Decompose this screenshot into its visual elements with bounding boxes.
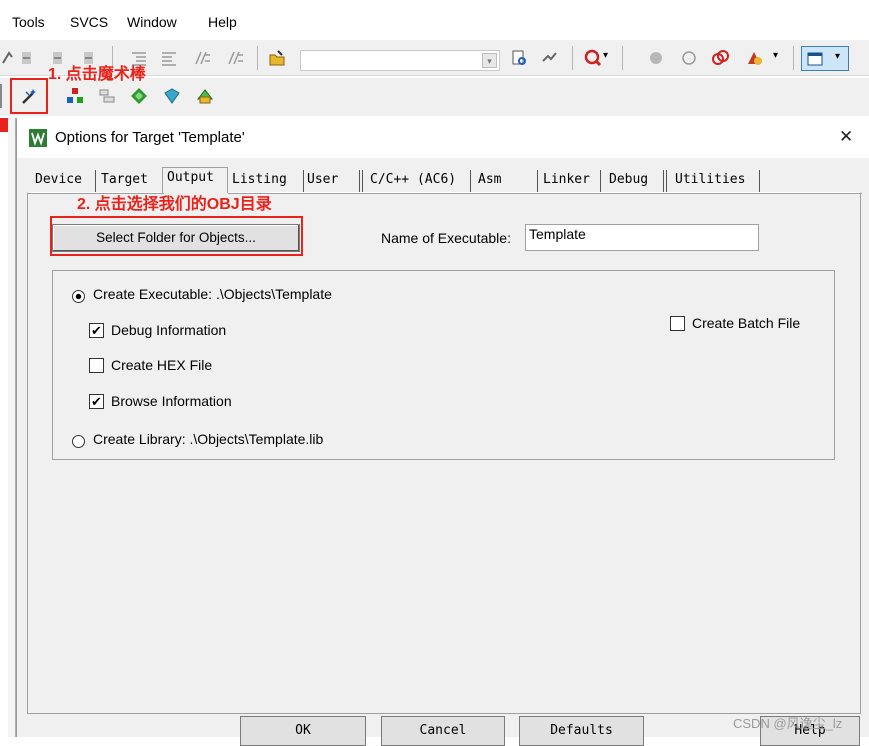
browse-info-checkbox[interactable]: ✔ xyxy=(89,394,104,409)
file-extensions-icon[interactable] xyxy=(98,87,116,105)
dialog-title: Options for Target 'Template' xyxy=(55,129,245,146)
menu-tools[interactable]: Tools xyxy=(12,14,45,30)
uncomment-icon[interactable] xyxy=(226,49,244,67)
comment-icon[interactable] xyxy=(193,49,211,67)
chevron-down-icon: ▾ xyxy=(835,51,841,62)
debug-session-icon[interactable] xyxy=(584,49,602,67)
cancel-button[interactable]: Cancel xyxy=(381,716,505,746)
project-pane-edge xyxy=(8,118,16,737)
annotation-step2: 2. 点击选择我们的OBJ目录 xyxy=(77,196,272,213)
keil-app-icon xyxy=(29,129,47,147)
create-library-label: Create Library: .\Objects\Template.lib xyxy=(93,431,324,447)
name-of-executable-label: Name of Executable: xyxy=(381,230,511,246)
tab-user[interactable]: User xyxy=(305,170,363,192)
tab-debug[interactable]: Debug xyxy=(601,170,664,192)
chevron-down-icon[interactable]: ▾ xyxy=(773,50,778,61)
tab-target[interactable]: Target xyxy=(99,170,164,192)
pack-installer-icon[interactable] xyxy=(130,87,148,105)
name-of-executable-field[interactable] xyxy=(525,224,759,251)
dialog-titlebar: Options for Target 'Template' ✕ xyxy=(17,118,869,158)
tab-linker[interactable]: Linker xyxy=(537,170,601,192)
menu-svcs[interactable]: SVCS xyxy=(70,14,108,30)
chevron-down-icon[interactable]: ▾ xyxy=(482,53,497,68)
browse-info-label: Browse Information xyxy=(111,393,232,409)
unindent-icon[interactable] xyxy=(160,49,178,67)
chevron-down-icon[interactable]: ▾ xyxy=(603,50,608,61)
create-executable-radio[interactable] xyxy=(72,290,85,303)
create-hex-checkbox[interactable] xyxy=(89,358,104,373)
tab-listing[interactable]: Listing xyxy=(230,170,304,192)
browse-icon[interactable] xyxy=(540,49,558,67)
toolbar-separator xyxy=(572,46,573,70)
window-layout-button[interactable]: ▾ xyxy=(801,46,849,71)
create-library-radio[interactable] xyxy=(72,435,85,448)
find-combo[interactable]: ▾ xyxy=(300,50,500,71)
close-icon[interactable]: ✕ xyxy=(839,127,853,147)
select-software-packs-icon[interactable] xyxy=(163,87,181,105)
run-time-env-icon[interactable] xyxy=(196,87,214,105)
toolbar-separator xyxy=(793,46,794,70)
toolbar-grip xyxy=(0,84,8,108)
tab-utilities[interactable]: Utilities xyxy=(666,170,760,192)
find-in-files-icon[interactable] xyxy=(510,49,528,67)
tab-asm[interactable]: Asm xyxy=(472,170,538,192)
divider xyxy=(228,193,862,194)
debug-info-checkbox[interactable]: ✔ xyxy=(89,323,104,338)
options-dialog: Options for Target 'Template' ✕ Device T… xyxy=(16,118,869,737)
debug-info-label: Debug Information xyxy=(111,322,227,338)
breakpoint-icon[interactable] xyxy=(647,49,665,67)
ok-button[interactable]: OK xyxy=(240,716,366,746)
create-batch-checkbox[interactable] xyxy=(670,316,685,331)
tab-device[interactable]: Device xyxy=(33,170,96,192)
step-into-icon[interactable] xyxy=(18,49,36,67)
csdn-watermark: CSDN @风逸尘_lz xyxy=(733,716,843,731)
output-options-group: Create Executable: .\Objects\Template ✔ … xyxy=(52,270,835,460)
create-hex-label: Create HEX File xyxy=(111,357,213,373)
tab-cc-ac6[interactable]: C/C++ (AC6) xyxy=(359,170,471,192)
menu-window[interactable]: Window xyxy=(127,14,177,30)
toolbar-separator xyxy=(257,46,258,70)
configure-icon[interactable] xyxy=(745,49,763,67)
open-file-icon[interactable] xyxy=(268,49,286,67)
magic-wand-icon[interactable] xyxy=(20,87,38,105)
manage-components-icon[interactable] xyxy=(66,87,84,105)
kill-breakpoints-icon[interactable] xyxy=(711,49,729,67)
menu-help[interactable]: Help xyxy=(208,14,237,30)
menu-bar: Tools SVCS Window Help xyxy=(0,8,869,36)
create-batch-label: Create Batch File xyxy=(692,315,801,331)
window-icon xyxy=(807,52,823,66)
toolbar-separator xyxy=(622,46,623,70)
select-folder-button[interactable]: Select Folder for Objects... xyxy=(52,224,300,252)
defaults-button[interactable]: Defaults xyxy=(519,716,644,746)
disable-breakpoint-icon[interactable] xyxy=(680,49,698,67)
arrow-icon[interactable] xyxy=(0,49,18,67)
create-executable-label: Create Executable: .\Objects\Template xyxy=(93,286,332,302)
annotation-step1: 1. 点击魔术棒 xyxy=(48,66,146,83)
annotation-marker xyxy=(0,118,8,132)
